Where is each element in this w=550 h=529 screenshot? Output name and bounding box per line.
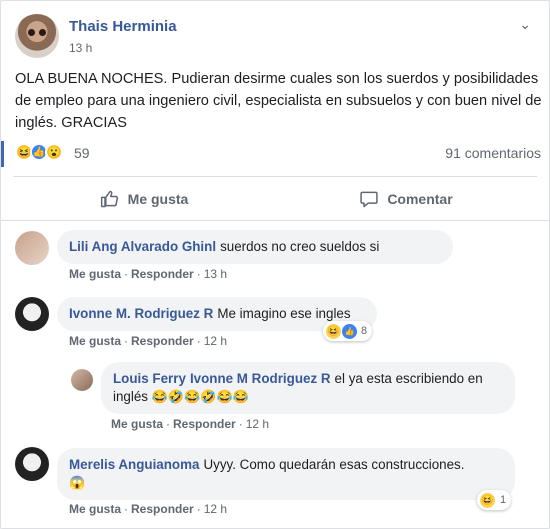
comment-like-link[interactable]: Me gusta bbox=[69, 334, 121, 348]
wow-reaction-icon: 😮 bbox=[45, 143, 63, 161]
comment-meta: Me gusta · Responder · 13 h bbox=[69, 267, 228, 281]
comment-time[interactable]: 12 h bbox=[204, 334, 227, 348]
left-accent bbox=[1, 141, 4, 167]
reply-like-link[interactable]: Me gusta bbox=[111, 417, 163, 431]
comment-reaction-count: 1 bbox=[500, 494, 507, 506]
comment-time[interactable]: 12 h bbox=[204, 502, 227, 516]
avatar-eye bbox=[28, 29, 35, 36]
speech-bubble-icon bbox=[360, 191, 378, 207]
like-label: Me gusta bbox=[127, 190, 189, 207]
post-header: Thais Herminia 13 h ⌄ bbox=[15, 14, 535, 62]
thumbs-up-icon bbox=[100, 190, 118, 207]
like-button[interactable]: Me gusta bbox=[13, 177, 275, 220]
comment-time[interactable]: 13 h bbox=[204, 267, 227, 281]
reply-time[interactable]: 12 h bbox=[246, 417, 269, 431]
comment-meta: Me gusta · Responder · 12 h bbox=[69, 502, 228, 516]
commenter-avatar[interactable] bbox=[15, 231, 49, 265]
comments-count[interactable]: 91 comentarios bbox=[445, 145, 541, 161]
comment-bubble: Lili Ang Alvarado Ghinl suerdos no creo s… bbox=[57, 230, 453, 264]
post-actions: Me gusta Comentar bbox=[13, 176, 537, 220]
comment-reply-link[interactable]: Responder bbox=[131, 334, 194, 348]
comment-reactions[interactable]: 😆 👍 8 bbox=[323, 321, 373, 341]
comment-button[interactable]: Comentar bbox=[275, 177, 537, 220]
reply-meta: Me gusta · Responder · 12 h bbox=[111, 417, 270, 431]
comment-label: Comentar bbox=[387, 190, 453, 207]
chevron-down-icon[interactable]: ⌄ bbox=[519, 16, 531, 33]
commenter-avatar[interactable] bbox=[15, 447, 49, 481]
haha-reaction-icon: 😆 bbox=[326, 323, 341, 339]
comments-section: Lili Ang Alvarado Ghinl suerdos no creo s… bbox=[1, 220, 549, 528]
like-reaction-icon: 👍 bbox=[342, 323, 357, 339]
commenter-name[interactable]: Lili Ang Alvarado Ghinl bbox=[69, 239, 216, 254]
comment-like-link[interactable]: Me gusta bbox=[69, 502, 121, 516]
reply-emojis: 😂🤣😂🤣😂😂 bbox=[151, 389, 249, 404]
commenter-name[interactable]: Ivonne M. Rodriguez R bbox=[69, 306, 213, 321]
avatar-eye bbox=[39, 29, 46, 36]
author-name[interactable]: Thais Herminia bbox=[69, 18, 177, 35]
comment-reaction-count: 8 bbox=[361, 325, 368, 337]
comment-text: suerdos no creo sueldos si bbox=[220, 239, 380, 254]
reply-mention[interactable]: Ivonne M Rodriguez R bbox=[190, 371, 331, 386]
reply-reply-link[interactable]: Responder bbox=[173, 417, 236, 431]
comment-text: Uyyy. Como quedarán esas construcciones. bbox=[203, 457, 465, 472]
comment-meta: Me gusta · Responder · 12 h bbox=[69, 334, 228, 348]
comment-emoji: 😱 bbox=[69, 475, 86, 490]
post-timestamp[interactable]: 13 h bbox=[69, 41, 92, 55]
comment-text: Me imagino ese ingles bbox=[217, 306, 351, 321]
post-card: Thais Herminia 13 h ⌄ OLA BUENA NOCHES. … bbox=[0, 0, 550, 529]
commenter-name[interactable]: Merelis Anguianoma bbox=[69, 457, 199, 472]
author-avatar[interactable] bbox=[15, 14, 59, 58]
comment-reply-link[interactable]: Responder bbox=[131, 267, 194, 281]
commenter-avatar[interactable] bbox=[15, 297, 49, 331]
haha-reaction-icon: 😆 bbox=[480, 492, 495, 508]
reply-avatar[interactable] bbox=[71, 369, 93, 391]
reaction-count[interactable]: 59 bbox=[74, 145, 90, 161]
comment-bubble: Merelis Anguianoma Uyyy. Como quedarán es… bbox=[57, 448, 515, 500]
comment-like-link[interactable]: Me gusta bbox=[69, 267, 121, 281]
post-text: OLA BUENA NOCHES. Pudieran desirme cuale… bbox=[15, 71, 542, 131]
comment-reply-link[interactable]: Responder bbox=[131, 502, 194, 516]
comment-reactions[interactable]: 😆 1 bbox=[477, 490, 512, 510]
reaction-icons[interactable]: 😆 👍 😮 bbox=[15, 143, 63, 161]
reactions-bar: 😆 👍 😮 59 91 comentarios bbox=[1, 141, 549, 167]
reply-bubble: Louis Ferry Ivonne M Rodriguez Rel ya est… bbox=[101, 362, 515, 414]
reply-author-name[interactable]: Louis Ferry bbox=[113, 371, 186, 386]
